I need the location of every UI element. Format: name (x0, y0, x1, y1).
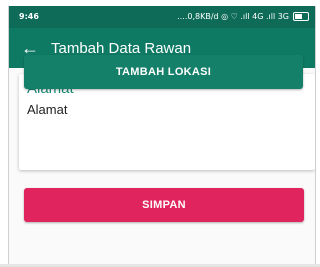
battery-level (295, 14, 302, 19)
save-button[interactable]: SIMPAN (24, 188, 304, 222)
address-field[interactable]: Alamat (27, 102, 67, 117)
battery-icon (293, 12, 309, 21)
phone-frame: 9:46 ....0,8KB/d ◎ ♡ .ıll 4G .ıll 3G ← T… (0, 0, 320, 267)
page-title: Tambah Data Rawan (51, 39, 192, 57)
status-indicators: ....0,8KB/d ◎ ♡ .ıll 4G .ıll 3G (177, 12, 309, 21)
status-bar: 9:46 ....0,8KB/d ◎ ♡ .ıll 4G .ıll 3G (9, 6, 315, 28)
status-time: 9:46 (19, 12, 39, 21)
app-screen: 9:46 ....0,8KB/d ◎ ♡ .ıll 4G .ıll 3G ← T… (8, 6, 316, 267)
add-location-button[interactable]: TAMBAH LOKASI (24, 55, 303, 89)
network-indicators-text: ....0,8KB/d ◎ ♡ .ıll 4G .ıll 3G (177, 12, 289, 21)
